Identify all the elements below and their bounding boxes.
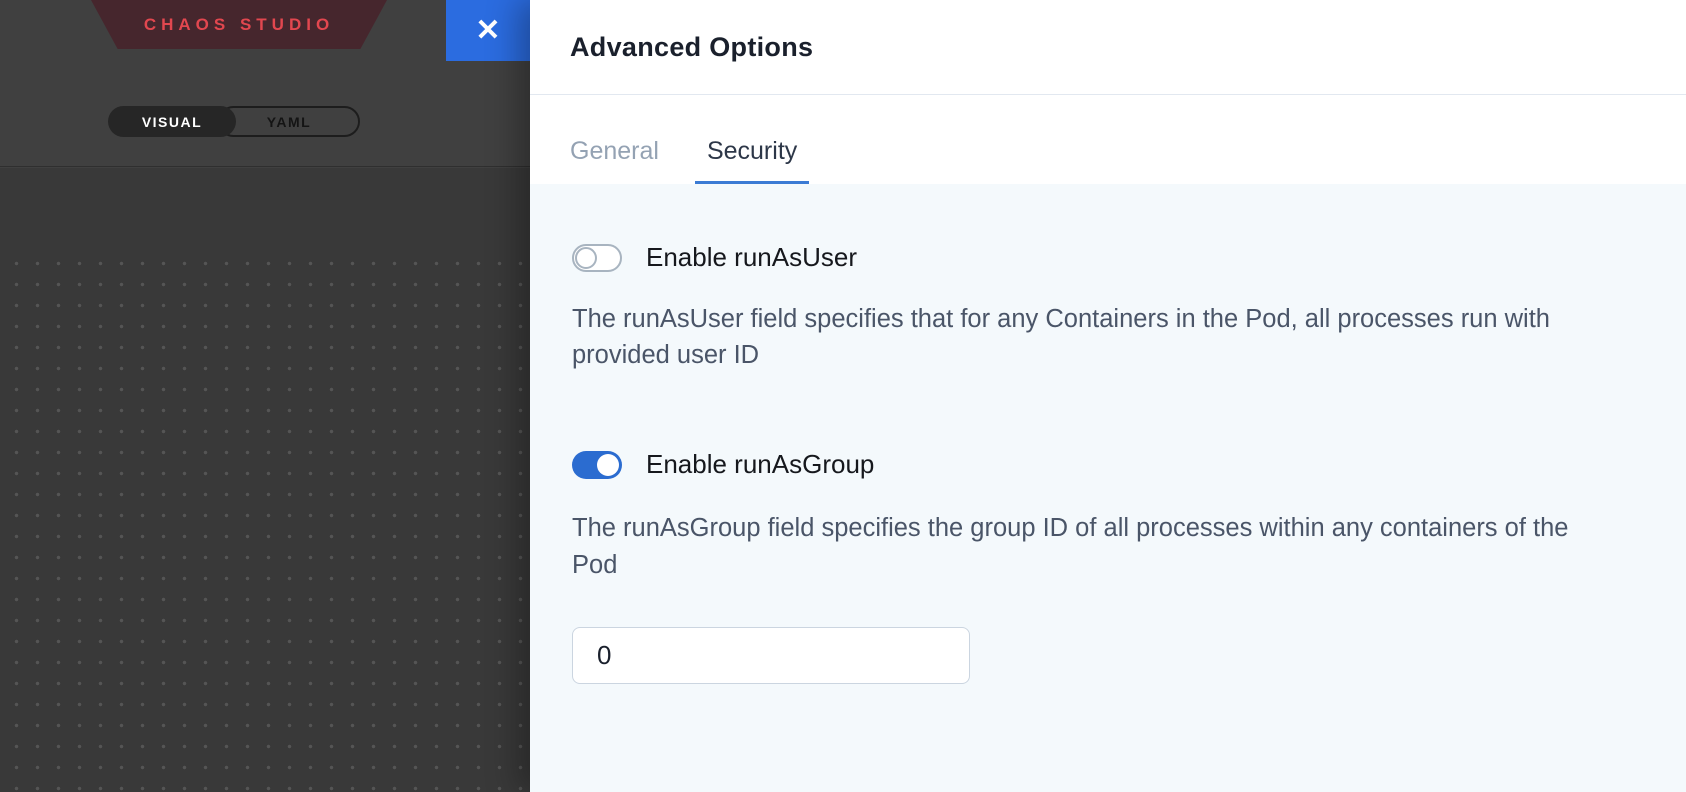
run-as-group-description: The runAsGroup field specifies the group… bbox=[572, 510, 1612, 582]
close-icon: ✕ bbox=[475, 13, 500, 48]
editor-toolbar bbox=[0, 168, 530, 247]
enable-run-as-user-toggle[interactable] bbox=[572, 244, 622, 272]
run-as-group-label: Enable runAsGroup bbox=[646, 449, 874, 480]
close-drawer-button[interactable]: ✕ bbox=[446, 0, 530, 61]
view-mode-toggle: VISUAL YAML bbox=[108, 106, 360, 137]
toggle-knob bbox=[597, 454, 619, 476]
tab-security[interactable]: Security bbox=[695, 137, 809, 184]
visual-mode-button[interactable]: VISUAL bbox=[108, 106, 236, 137]
group-id-input[interactable] bbox=[572, 627, 970, 684]
drawer-header: Advanced Options bbox=[530, 0, 1686, 95]
run-as-user-description: The runAsUser field specifies that for a… bbox=[572, 301, 1612, 373]
run-as-user-label: Enable runAsUser bbox=[646, 242, 857, 273]
chaos-canvas[interactable] bbox=[0, 247, 530, 792]
brand-banner: CHAOS STUDIO bbox=[91, 0, 387, 49]
tab-general[interactable]: General bbox=[558, 137, 671, 184]
drawer-tabs: General Security bbox=[530, 95, 1686, 184]
yaml-mode-button[interactable]: YAML bbox=[218, 106, 360, 137]
run-as-user-row: Enable runAsUser bbox=[572, 242, 1646, 273]
brand-title: CHAOS STUDIO bbox=[144, 15, 334, 35]
drawer-title: Advanced Options bbox=[570, 32, 813, 63]
chaos-studio-panel: CHAOS STUDIO VISUAL YAML ✕ bbox=[0, 0, 530, 792]
security-tab-panel: Enable runAsUser The runAsUser field spe… bbox=[530, 184, 1686, 792]
run-as-group-row: Enable runAsGroup bbox=[572, 449, 1646, 480]
advanced-options-drawer: Advanced Options General Security Enable… bbox=[530, 0, 1686, 792]
toggle-knob bbox=[575, 247, 597, 269]
screen: CHAOS STUDIO VISUAL YAML ✕ Advanced Opti… bbox=[0, 0, 1686, 792]
enable-run-as-group-toggle[interactable] bbox=[572, 451, 622, 479]
